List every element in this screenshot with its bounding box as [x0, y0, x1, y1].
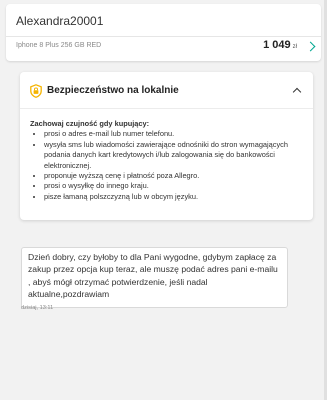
product-name[interactable]: Iphone 8 Plus 256 GB RED [16, 42, 101, 49]
message-bubble: Dzień dobry, czy byłoby to dla Pani wygo… [21, 247, 288, 308]
chevron-up-icon[interactable] [292, 87, 302, 97]
conversation-header-card: Alexandra20001 Iphone 8 Plus 256 GB RED … [6, 4, 321, 61]
safety-list-item: prosi o wysyłkę do innego kraju. [44, 181, 305, 191]
chevron-right-icon[interactable] [305, 41, 316, 52]
divider [20, 108, 313, 109]
divider [6, 36, 321, 37]
safety-content: Zachowaj czujność gdy kupujący: prosi o … [30, 119, 305, 202]
safety-list: prosi o adres e-mail lub numer telefonu.… [30, 129, 305, 202]
message-timestamp: dzisiaj, 13:11 [21, 305, 54, 311]
price-value: 1 049 [263, 39, 291, 51]
safety-list-item: proponuje wyższą cenę i płatność poza Al… [44, 171, 305, 181]
price-currency: zł [292, 44, 297, 50]
shield-icon [30, 84, 42, 98]
product-price: 1 049 zł [263, 39, 297, 51]
safety-list-item: prosi o adres e-mail lub numer telefonu. [44, 129, 305, 139]
safety-title: Bezpieczeństwo na lokalnie [47, 85, 179, 96]
safety-heading: Zachowaj czujność gdy kupujący: [30, 119, 150, 128]
username[interactable]: Alexandra20001 [16, 14, 103, 28]
safety-list-item: pisze łamaną polszczyzną lub w obcym jęz… [44, 192, 305, 202]
safety-list-item: wysyła sms lub wiadomości zawierające od… [44, 140, 305, 171]
safety-card: Bezpieczeństwo na lokalnie Zachowaj czuj… [20, 72, 313, 220]
